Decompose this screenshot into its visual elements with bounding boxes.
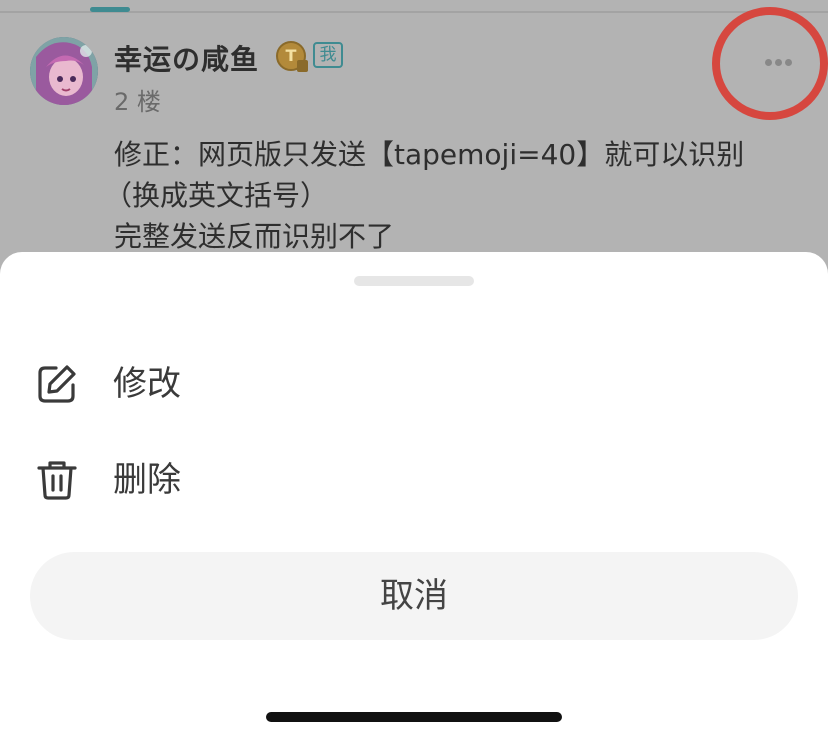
edit-label: 修改 (113, 364, 181, 404)
avatar[interactable] (30, 37, 98, 105)
annotation-circle (712, 7, 828, 120)
delete-menu-item[interactable]: 删除 (30, 445, 798, 515)
sheet-grabber[interactable] (354, 276, 474, 286)
lock-icon (297, 60, 308, 72)
author-name[interactable]: 幸运の咸鱼 (114, 38, 259, 78)
home-indicator[interactable] (266, 712, 562, 722)
trash-icon (36, 459, 78, 501)
action-sheet: 修改 删除 取消 (0, 252, 828, 738)
post-content: 修正：网页版只发送【tapemoji=40】就可以识别 （换成英文括号） 完整发… (104, 134, 804, 257)
post-content-line: 修正：网页版只发送【tapemoji=40】就可以识别 (114, 138, 745, 171)
edit-icon (36, 363, 78, 405)
post-content-line: （换成英文括号） (104, 179, 329, 212)
coin-badge-icon: T (276, 41, 308, 72)
delete-label: 删除 (113, 460, 181, 500)
floor-number: 2 楼 (114, 88, 161, 116)
self-badge: 我 (313, 42, 343, 68)
coin-badge-letter: T (285, 46, 297, 65)
edit-menu-item[interactable]: 修改 (30, 349, 798, 419)
tab-indicator (90, 7, 130, 12)
post-content-line: 完整发送反而识别不了 (114, 220, 395, 253)
cancel-button[interactable]: 取消 (30, 552, 798, 640)
